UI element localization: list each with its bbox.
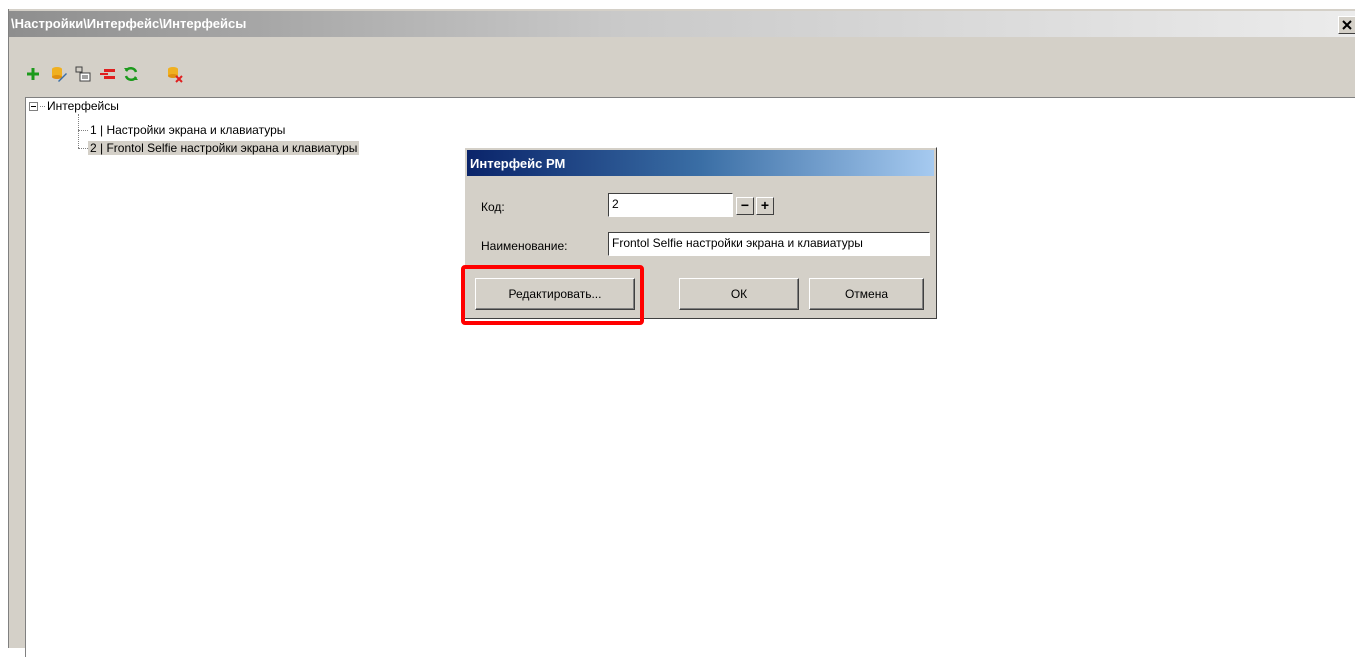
add-icon[interactable] [23, 64, 43, 84]
window-titlebar: \Настройки\Интерфейс\Интерфейсы [9, 11, 1355, 37]
code-field[interactable]: 2 [608, 193, 733, 217]
name-label: Наименование: [481, 239, 568, 253]
tree-item-label: 2 | Frontol Selfie настройки экрана и кл… [88, 141, 360, 155]
increment-button[interactable]: + [756, 197, 774, 215]
edit-icon[interactable] [49, 64, 69, 84]
clear-filter-icon[interactable] [165, 64, 185, 84]
code-label: Код: [481, 200, 505, 214]
close-icon[interactable] [1338, 16, 1355, 34]
collapse-icon[interactable] [29, 102, 38, 111]
cancel-button[interactable]: Отмена [809, 278, 924, 310]
refresh-icon[interactable] [121, 64, 141, 84]
tree-item-label: 1 | Настройки экрана и клавиатуры [90, 123, 286, 137]
tree-connector [78, 148, 88, 150]
highlight-frame [461, 265, 644, 325]
dialog-title: Интерфейс РМ [470, 156, 566, 171]
properties-icon[interactable] [73, 64, 93, 84]
decrement-button[interactable]: − [736, 197, 754, 215]
tree-connector [40, 106, 45, 107]
window-title: \Настройки\Интерфейс\Интерфейсы [11, 16, 247, 31]
tree-item[interactable]: 1 | Настройки экрана и клавиатуры [90, 123, 285, 138]
tree-item-selected[interactable]: 2 | Frontol Selfie настройки экрана и кл… [88, 141, 360, 156]
dialog-titlebar: Интерфейс РМ [467, 150, 934, 176]
tree-connector [78, 130, 88, 132]
tree-root-label: Интерфейсы [47, 99, 119, 113]
delete-icon[interactable] [98, 64, 118, 84]
ok-button[interactable]: ОК [679, 278, 799, 310]
interfaces-window: \Настройки\Интерфейс\Интерфейсы Интерфей… [8, 9, 1355, 657]
toolbar [9, 39, 1355, 89]
name-field[interactable]: Frontol Selfie настройки экрана и клавиа… [608, 232, 930, 256]
